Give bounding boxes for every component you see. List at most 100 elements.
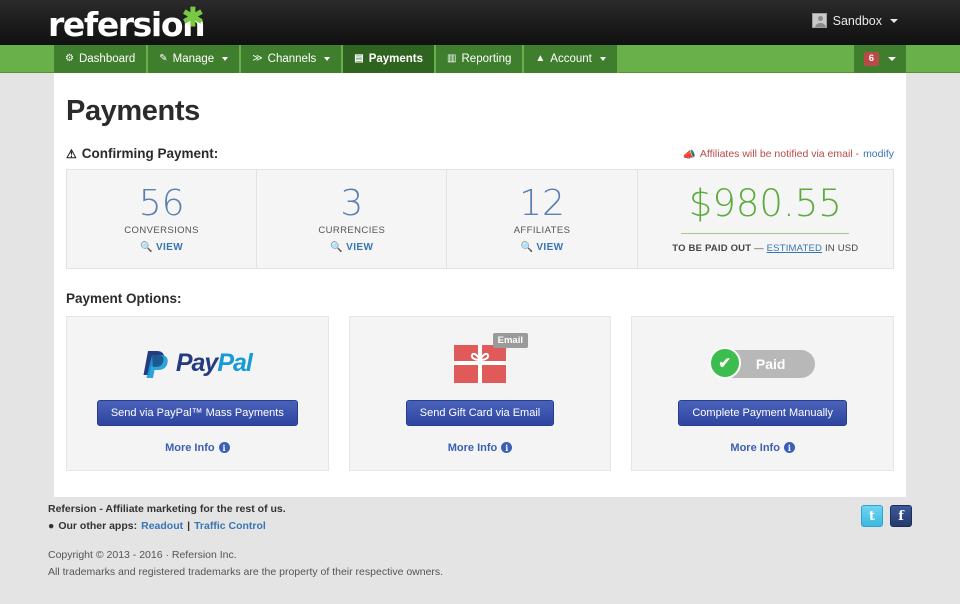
traffic-control-link[interactable]: Traffic Control (194, 520, 266, 532)
nav-item-manage[interactable]: ✎ Manage (148, 45, 241, 73)
manual-more-info-link[interactable]: More Info i (730, 442, 795, 454)
payout-amount: $980.55 (689, 184, 842, 225)
view-affiliates-link[interactable]: 🔍 VIEW (520, 242, 563, 253)
estimated-link[interactable]: ESTIMATED (767, 243, 822, 254)
stat-currencies: 3 CURRENCIES 🔍 VIEW (257, 170, 447, 268)
paid-label: Paid (741, 356, 797, 372)
confirming-payment-panel: ⚠ Confirming Payment: 📣 Affiliates will … (66, 146, 894, 269)
info-icon: i (784, 442, 795, 453)
search-icon: 🔍 (330, 242, 343, 253)
edit-icon: ✎ (159, 54, 167, 64)
chevron-down-icon (600, 57, 606, 61)
payout-dash: — (754, 243, 764, 254)
payout-divider (681, 233, 849, 234)
nav-item-channels[interactable]: ≫ Channels (241, 45, 343, 73)
user-menu[interactable]: Sandbox (812, 13, 898, 28)
stat-value: 12 (519, 185, 565, 223)
page-shell: Payments ⚠ Confirming Payment: 📣 Affilia… (0, 73, 960, 604)
nav-item-account[interactable]: ▲ Account (524, 45, 618, 73)
modify-link[interactable]: modify (863, 148, 894, 160)
readout-link[interactable]: Readout (141, 520, 183, 532)
chevron-down-icon (890, 19, 898, 23)
search-icon: 🔍 (520, 242, 533, 253)
footer-trademarks: All trademarks and registered trademarks… (48, 564, 912, 581)
payment-option-paypal[interactable]: PayPal Send via PayPal™ Mass Payments Mo… (66, 316, 329, 471)
nav-item-label: Payments (369, 53, 423, 65)
stat-label: CONVERSIONS (124, 225, 199, 236)
notification-badge: 6 (864, 52, 879, 66)
notifications-menu[interactable]: 6 (854, 45, 906, 73)
stat-affiliates: 12 AFFILIATES 🔍 VIEW (447, 170, 637, 268)
send-paypal-mass-payments-button[interactable]: Send via PayPal™ Mass Payments (97, 400, 298, 426)
confirming-payment-heading: ⚠ Confirming Payment: (66, 146, 218, 161)
paid-badge: ✔ Paid (711, 350, 815, 378)
paypal-pal-text: Pal (217, 349, 252, 377)
rss-icon: ≫ (252, 54, 262, 64)
twitter-icon[interactable]: t (861, 505, 883, 527)
brand-name: refersion (48, 5, 204, 44)
stat-value: 3 (340, 185, 363, 223)
page-footer: Refersion - Affiliate marketing for the … (48, 503, 912, 582)
info-icon: i (219, 442, 230, 453)
brand-logo[interactable]: refersion (48, 5, 204, 44)
more-info-label: More Info (448, 442, 498, 454)
gift-box-icon (454, 345, 506, 383)
notify-message: 📣 Affiliates will be notified via email … (683, 148, 894, 161)
social-links: t f (861, 505, 912, 527)
more-info-label: More Info (165, 442, 215, 454)
chart-icon: ▥ (447, 54, 456, 64)
info-icon: i (501, 442, 512, 453)
user-menu-label: Sandbox (833, 14, 882, 28)
paypal-mark-icon (143, 349, 169, 379)
view-label: VIEW (346, 242, 373, 253)
search-icon: 🔍 (140, 242, 153, 253)
payout-caption: TO BE PAID OUT — ESTIMATED IN USD (672, 243, 858, 254)
avatar (812, 13, 827, 28)
payment-option-giftcard[interactable]: Email Send Gift Card via Email More Info… (349, 316, 612, 471)
footer-apps-label: Our other apps: (58, 520, 137, 532)
top-bar: refersion ✱ Sandbox (0, 0, 960, 45)
view-label: VIEW (536, 242, 563, 253)
user-icon: ▲ (535, 54, 545, 64)
confirming-payment-label: Confirming Payment: (82, 146, 219, 161)
nav-item-label: Channels (268, 53, 317, 65)
more-info-label: More Info (730, 442, 780, 454)
dashboard-icon: ⚙ (65, 54, 74, 64)
footer-legal: Copyright © 2013 - 2016 · Refersion Inc.… (48, 547, 912, 582)
paypal-more-info-link[interactable]: More Info i (165, 442, 230, 454)
view-currencies-link[interactable]: 🔍 VIEW (330, 242, 373, 253)
money-icon: ▤ (354, 54, 363, 64)
stats-strip: 56 CONVERSIONS 🔍 VIEW 3 CURRENCIES 🔍 VIE… (66, 169, 894, 269)
payment-options-list: PayPal Send via PayPal™ Mass Payments Mo… (66, 316, 894, 497)
payment-options-title: Payment Options: (66, 291, 894, 306)
view-conversions-link[interactable]: 🔍 VIEW (140, 242, 183, 253)
facebook-icon[interactable]: f (890, 505, 912, 527)
notify-text: Affiliates will be notified via email - (700, 148, 859, 160)
stat-label: CURRENCIES (318, 225, 385, 236)
nav-item-label: Account (550, 53, 592, 65)
nav-item-label: Reporting (462, 53, 512, 65)
payment-option-manual[interactable]: ✔ Paid Complete Payment Manually More In… (631, 316, 894, 471)
nav-item-dashboard[interactable]: ⚙ Dashboard (54, 45, 148, 73)
speech-bubble-icon: ● (48, 520, 54, 532)
view-label: VIEW (156, 242, 183, 253)
nav-item-label: Manage (173, 53, 215, 65)
gift-box-visual: Email (454, 334, 506, 394)
footer-separator: | (187, 520, 190, 532)
payout-prefix: TO BE PAID OUT (672, 243, 751, 254)
email-tag-label: Email (493, 333, 528, 348)
confirming-payment-header: ⚠ Confirming Payment: 📣 Affiliates will … (66, 146, 894, 169)
nav-item-reporting[interactable]: ▥ Reporting (436, 45, 524, 73)
stat-value: 56 (139, 185, 185, 223)
content-container: Payments ⚠ Confirming Payment: 📣 Affilia… (54, 73, 906, 497)
stat-conversions: 56 CONVERSIONS 🔍 VIEW (67, 170, 257, 268)
nav-item-payments[interactable]: ▤ Payments (343, 45, 436, 73)
nav-item-label: Dashboard (79, 53, 135, 65)
payout-summary: $980.55 TO BE PAID OUT — ESTIMATED IN US… (638, 170, 893, 268)
complete-payment-manually-button[interactable]: Complete Payment Manually (678, 400, 847, 426)
paid-badge-visual: ✔ Paid (711, 334, 815, 394)
main-nav: ⚙ Dashboard ✎ Manage ≫ Channels ▤ Paymen… (0, 45, 960, 73)
send-gift-card-button[interactable]: Send Gift Card via Email (406, 400, 554, 426)
giftcard-more-info-link[interactable]: More Info i (448, 442, 513, 454)
paypal-logo: PayPal (143, 334, 252, 394)
